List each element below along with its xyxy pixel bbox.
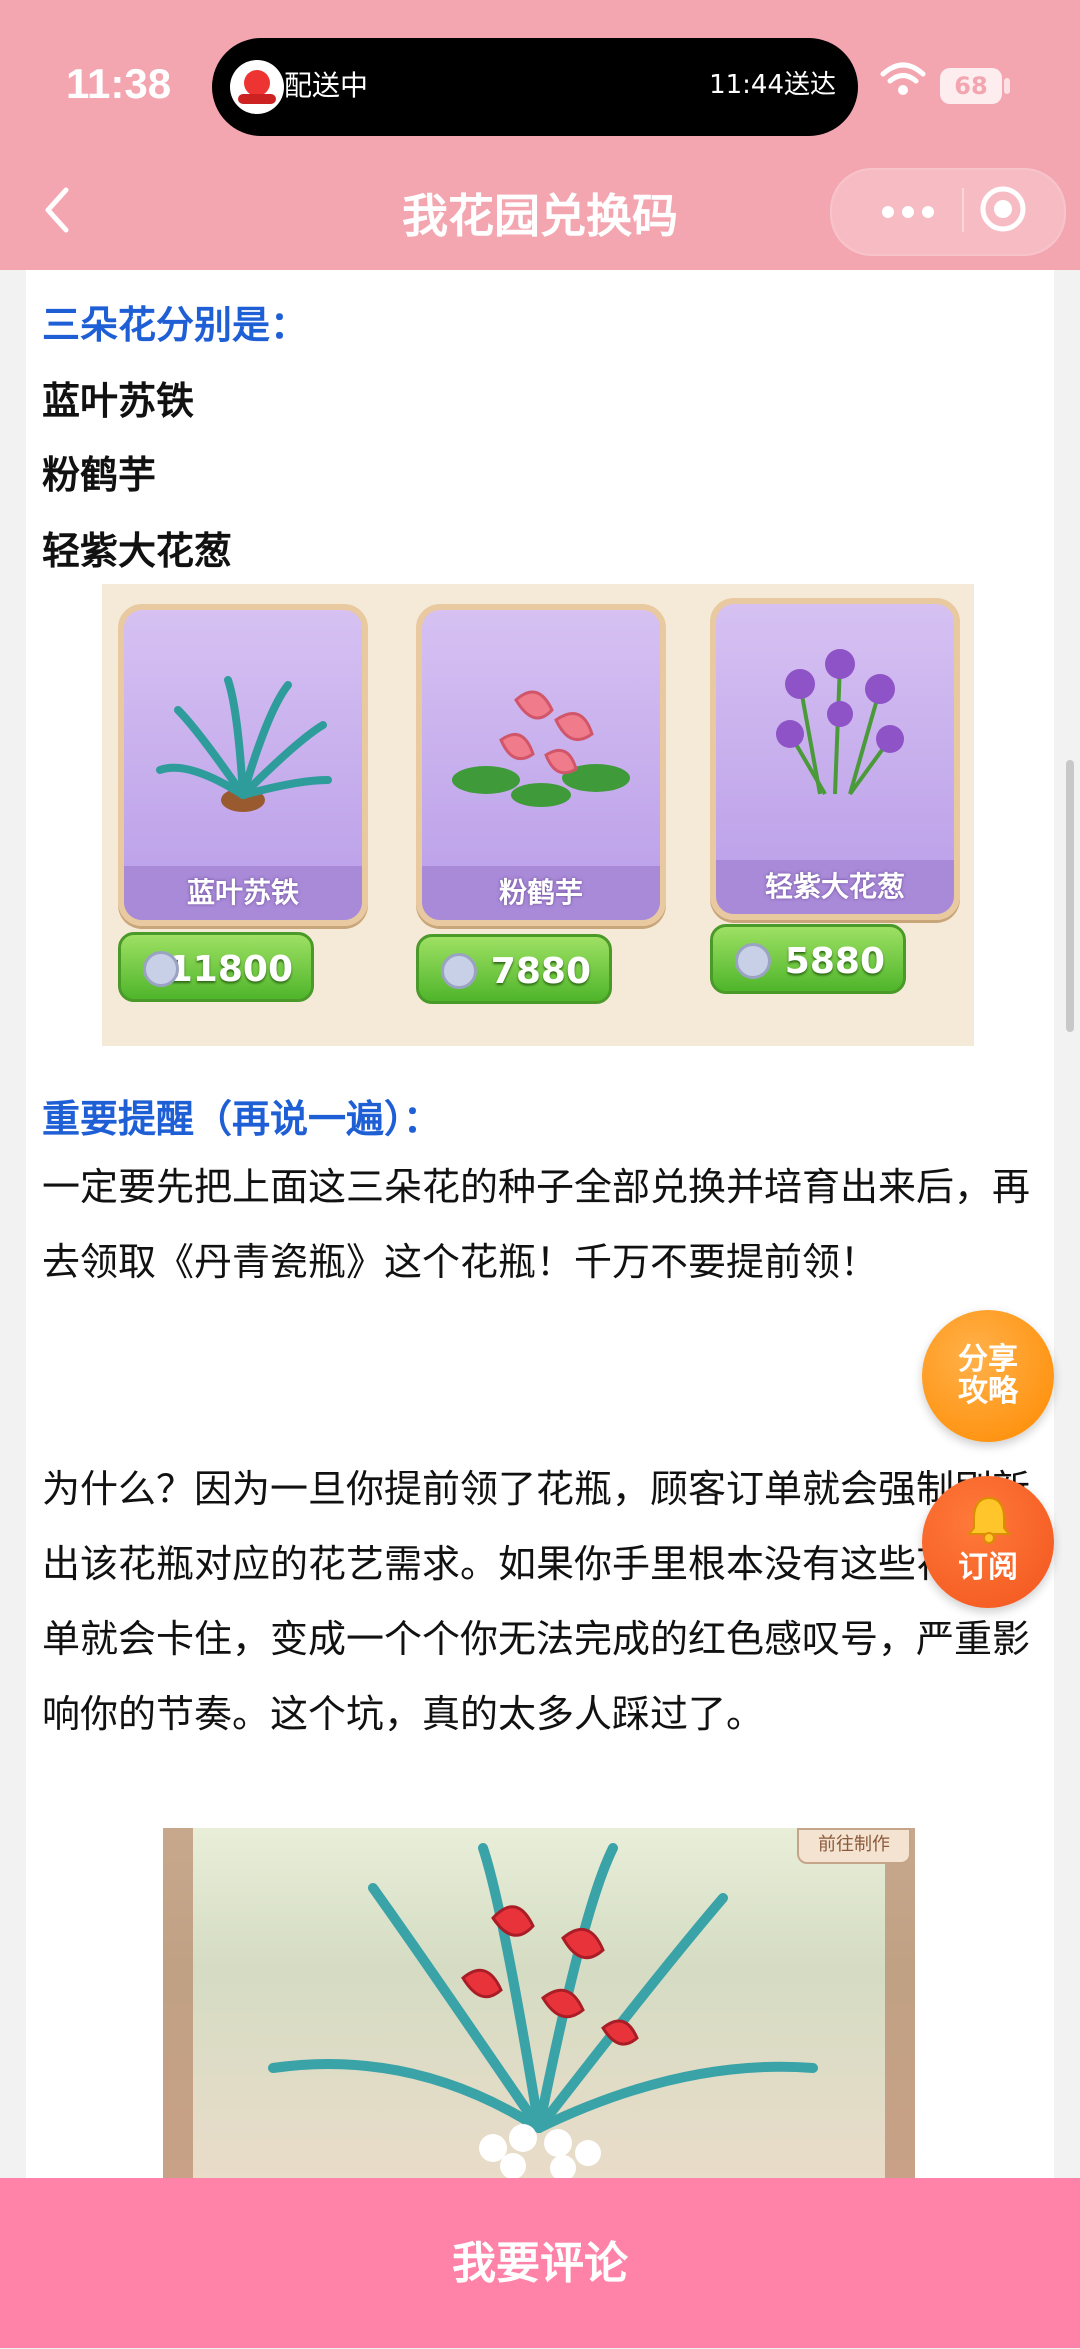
flower-card-anthurium: 粉鹤芋 — [416, 604, 666, 926]
wifi-icon — [880, 62, 926, 95]
bell-icon — [966, 1496, 1012, 1544]
reminder-paragraph: 一定要先把上面这三朵花的种子全部兑换并培育出来后，再去领取《丹青瓷瓶》这个花瓶！… — [42, 1165, 1031, 1284]
flower-cards-image: 蓝叶苏铁 11800 粉鹤芋 7880 轻紫大花葱 5880 — [102, 584, 974, 1046]
flower-name-1: 蓝叶苏铁 — [42, 379, 195, 423]
article-content: 三朵花分别是： 蓝叶苏铁 粉鹤芋 轻紫大花葱 蓝叶苏铁 11800 粉鹤芋 78… — [26, 270, 1054, 2178]
battery-indicator: 68 — [940, 68, 1002, 104]
flower-name-3: 轻紫大花葱 — [42, 529, 233, 573]
subscribe-button[interactable]: 订阅 — [922, 1476, 1054, 1608]
share-label-line2: 攻略 — [958, 1374, 1018, 1409]
go-make-tag: 前往制作 — [797, 1828, 911, 1864]
anthurium-plant-icon — [452, 690, 630, 807]
reminder-heading: 重要提醒（再说一遍）： — [42, 1097, 442, 1141]
comment-button[interactable]: 我要评论 — [0, 2178, 1080, 2348]
flower-card-blue-cycad: 蓝叶苏铁 — [118, 604, 368, 926]
price-button-anthurium: 7880 — [416, 934, 612, 1004]
share-strategy-button[interactable]: 分享 攻略 — [922, 1310, 1054, 1442]
card-label: 轻紫大花葱 — [716, 860, 954, 914]
card-label: 粉鹤芋 — [422, 866, 660, 920]
flowers-heading: 三朵花分别是： — [42, 303, 309, 347]
close-target-icon[interactable] — [978, 184, 1028, 234]
status-time: 11:38 — [66, 60, 172, 107]
live-activity[interactable]: 配送中 11:44送达 — [212, 38, 858, 136]
battery-tip — [1004, 78, 1010, 94]
coin-icon — [441, 953, 477, 989]
flower-arrangement-image — [163, 1828, 915, 2178]
subscribe-label: 订阅 — [958, 1550, 1018, 1585]
scrollbar[interactable] — [1066, 760, 1074, 1032]
more-icon[interactable] — [860, 168, 956, 256]
bottom-bar: 我要评论 — [0, 2178, 1080, 2348]
delivery-status: 配送中 — [284, 69, 369, 102]
coin-icon — [143, 951, 179, 987]
delivery-rider-icon — [230, 60, 284, 114]
capsule-divider — [962, 188, 964, 232]
flower-card-allium: 轻紫大花葱 — [710, 598, 960, 920]
allium-plant-icon — [776, 649, 904, 796]
price-button-blue-cycad: 11800 — [118, 932, 314, 1002]
vase-arrangement-photo: 前往制作 — [163, 1828, 915, 2178]
price-button-allium: 5880 — [710, 924, 906, 994]
delivery-eta: 11:44送达 — [709, 70, 836, 100]
share-label-line1: 分享 — [958, 1342, 1018, 1377]
cycad-plant-icon — [156, 676, 332, 812]
coin-icon — [735, 943, 771, 979]
reason-paragraph: 为什么？因为一旦你提前领了花瓶，顾客订单就会强制刷新出该花瓶对应的花艺需求。如果… — [42, 1467, 1031, 1736]
flower-name-2: 粉鹤芋 — [42, 453, 157, 497]
card-label: 蓝叶苏铁 — [124, 866, 362, 920]
